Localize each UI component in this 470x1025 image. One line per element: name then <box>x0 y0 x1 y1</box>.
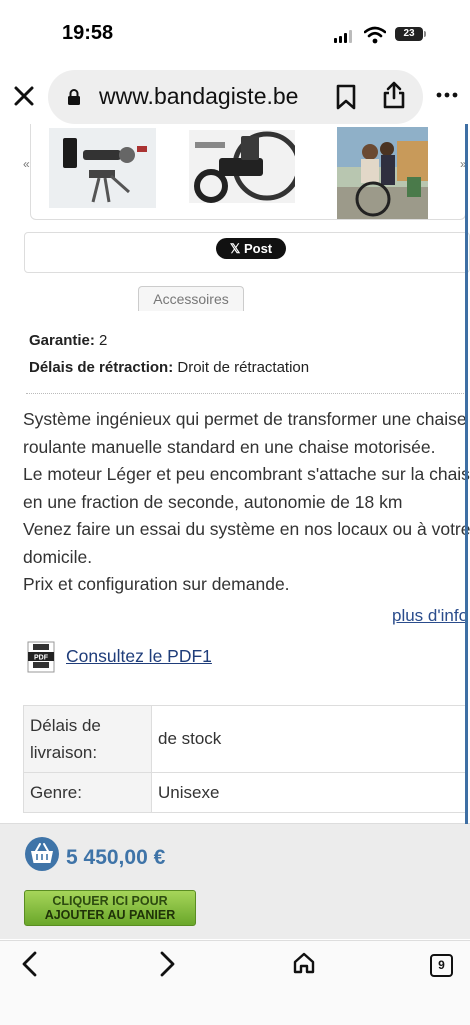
table-row: Délais de livraison: de stock <box>23 705 467 773</box>
home-icon[interactable] <box>292 951 316 975</box>
table-label-delais: Délais de livraison: <box>23 705 152 773</box>
url-text[interactable]: www.bandagiste.be <box>99 83 298 110</box>
close-icon[interactable] <box>10 82 38 110</box>
wifi-icon <box>364 26 386 44</box>
pdf-link[interactable]: Consultez le PDF1 <box>66 646 212 667</box>
garantie-label: Garantie: <box>29 332 95 349</box>
divider <box>26 393 468 394</box>
tabs-count-button[interactable]: 9 <box>430 954 453 977</box>
forward-icon[interactable] <box>157 951 177 977</box>
description-line: Venez faire un essai du système en nos l… <box>23 519 470 539</box>
price-value: 5 450,00 € <box>66 846 166 869</box>
info-table: Délais de livraison: de stock Genre: Uni… <box>23 705 467 813</box>
more-options-icon[interactable] <box>436 84 458 106</box>
description-line: Système ingénieux qui permet de transfor… <box>23 409 467 429</box>
add-to-cart-line2: AJOUTER AU PANIER <box>44 908 176 922</box>
back-icon[interactable] <box>20 951 40 977</box>
browser-toolbar <box>0 940 470 1025</box>
spec-retraction: Délais de rétraction: Droit de rétractat… <box>29 359 309 376</box>
description-line: Prix et configuration sur demande. <box>23 574 290 594</box>
cellular-signal-icon <box>334 30 356 43</box>
pdf-icon-label: PDF <box>34 655 49 662</box>
gallery-prev-arrow[interactable]: « <box>23 157 30 171</box>
basket-icon <box>25 837 59 871</box>
product-description: Système ingénieux qui permet de transfor… <box>23 406 470 599</box>
lock-icon <box>68 89 80 105</box>
description-line: domicile. <box>23 546 93 567</box>
tab-accessoires[interactable]: Accessoires <box>138 286 244 311</box>
table-value-delais: de stock <box>151 705 467 773</box>
retraction-value: Droit de rétractation <box>177 359 310 376</box>
add-to-cart-button[interactable]: CLIQUER ICI POUR AJOUTER AU PANIER <box>24 890 196 926</box>
x-post-label: Post <box>243 241 273 256</box>
x-logo-icon: 𝕏 <box>229 241 241 256</box>
share-icon[interactable] <box>381 80 407 110</box>
retraction-label: Délais de rétraction: <box>29 359 174 376</box>
x-post-button[interactable]: 𝕏 Post <box>216 238 286 259</box>
product-thumbnail-1[interactable] <box>49 128 156 208</box>
product-thumbnail-3[interactable] <box>337 127 428 219</box>
table-label-genre: Genre: <box>23 772 152 813</box>
bookmark-icon[interactable] <box>335 84 357 110</box>
description-line: en une fraction de seconde, autonomie de… <box>23 491 403 512</box>
garantie-value: 2 <box>99 332 108 349</box>
add-to-cart-line1: CLIQUER ICI POUR <box>52 894 168 908</box>
pdf-icon[interactable]: PDF <box>24 640 58 674</box>
spec-garantie: Garantie: 2 <box>29 332 107 349</box>
page-edge-bar <box>465 124 468 824</box>
product-thumbnail-2[interactable] <box>189 130 295 203</box>
table-value-genre: Unisexe <box>151 772 467 813</box>
table-row: Genre: Unisexe <box>23 772 467 813</box>
battery-nub <box>424 31 426 37</box>
status-time: 19:58 <box>62 22 114 44</box>
description-line: Le moteur Léger et peu encombrant s'atta… <box>23 464 470 484</box>
description-line: roulante manuelle standard en une chaise… <box>23 436 436 457</box>
battery-icon: 23 <box>395 27 423 41</box>
more-info-link[interactable]: plus d'info <box>392 606 468 626</box>
